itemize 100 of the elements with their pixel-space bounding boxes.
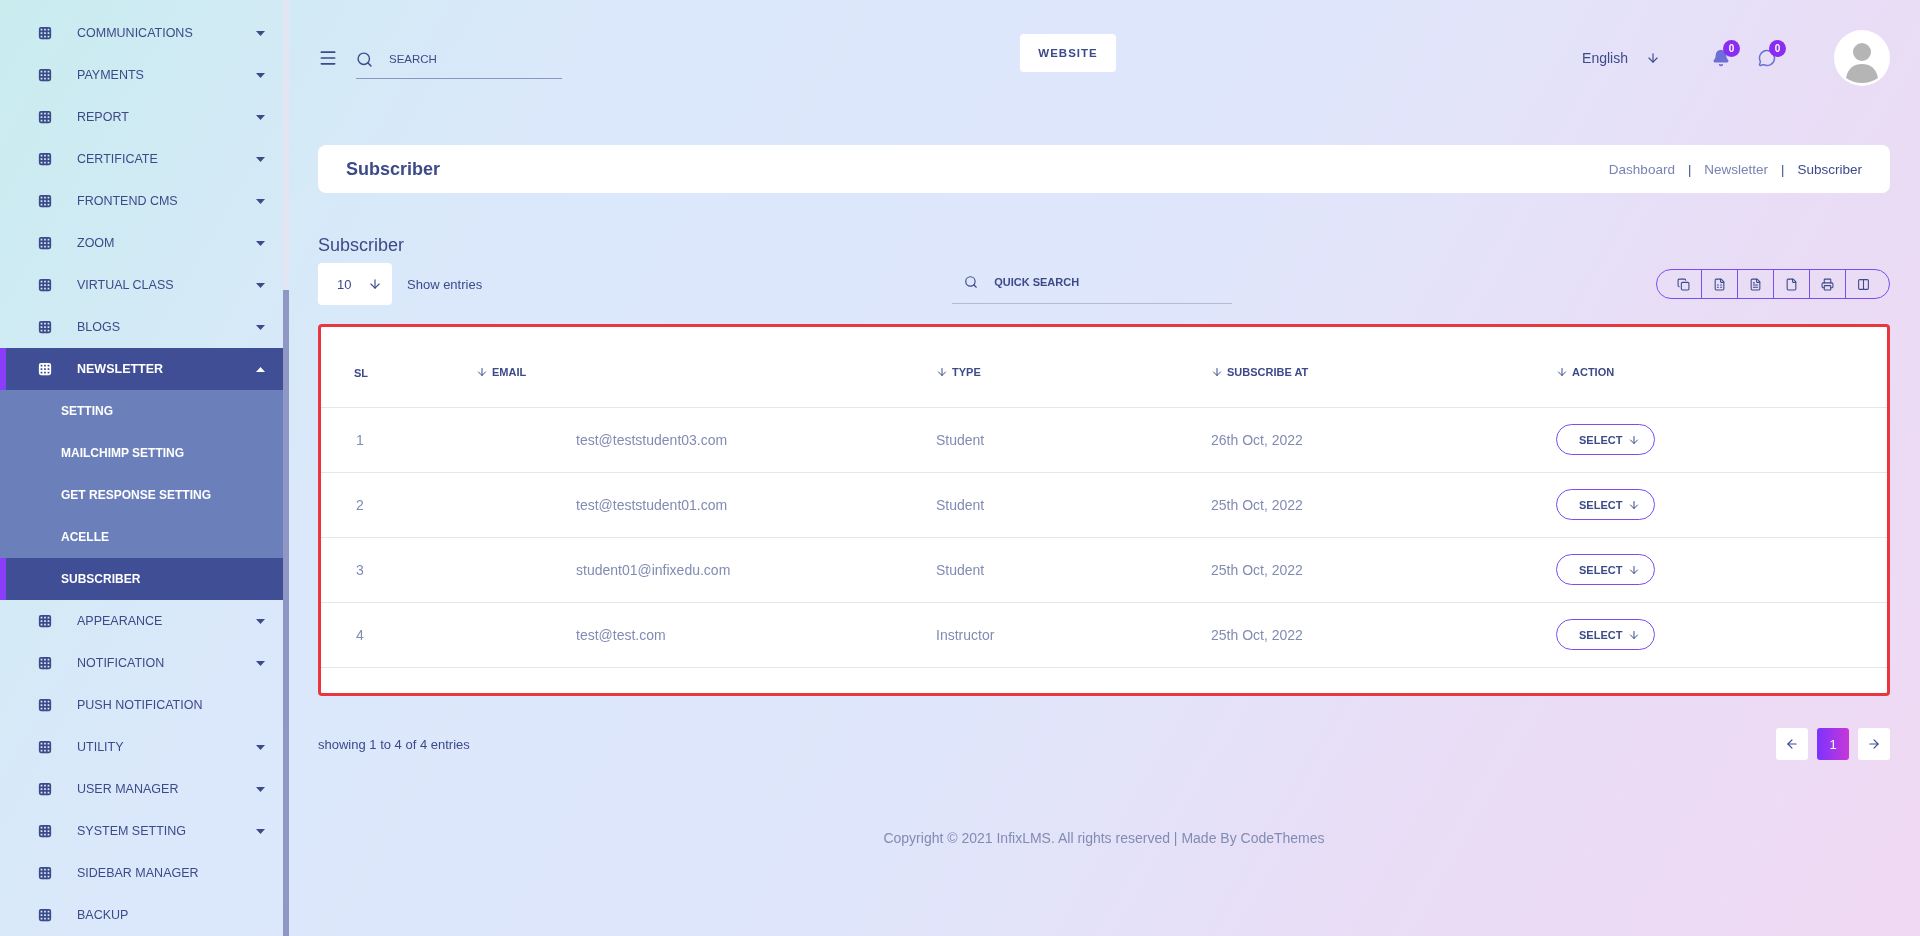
breadcrumb-separator: | — [1781, 161, 1785, 177]
grid-icon — [38, 908, 52, 922]
grid-icon — [38, 866, 52, 880]
print-icon — [1821, 277, 1834, 291]
notification-count: 0 — [1723, 39, 1740, 57]
grid-icon — [38, 656, 52, 670]
page-title: Subscriber — [346, 158, 442, 180]
search-field[interactable]: SEARCH — [387, 52, 527, 66]
avatar-icon[interactable] — [1834, 29, 1890, 86]
table-cell: 2 — [321, 472, 446, 537]
select-button[interactable]: SELECT — [1556, 554, 1656, 585]
sidebar-item[interactable]: NEWSLETTER — [0, 348, 283, 390]
sidebar-item[interactable]: NOTIFICATION — [0, 642, 283, 684]
grid-icon — [38, 362, 52, 376]
sidebar-item[interactable]: BLOGS — [0, 306, 283, 348]
sidebar-item[interactable]: APPEARANCE — [0, 600, 283, 642]
sort-icon — [936, 365, 948, 378]
sidebar-item[interactable]: PUSH NOTIFICATION — [0, 684, 283, 726]
message-count: 0 — [1769, 39, 1786, 57]
select-button[interactable]: SELECT — [1556, 424, 1656, 455]
sidebar-item[interactable]: VIRTUAL CLASS — [0, 264, 283, 306]
breadcrumb-link[interactable]: Subscriber — [1797, 161, 1862, 177]
column-header[interactable]: SL — [321, 339, 446, 407]
sidebar-subitem[interactable]: GET RESPONSE SETTING — [0, 474, 283, 516]
grid-icon — [38, 110, 52, 124]
table-cell: 26th Oct, 2022 — [1211, 407, 1556, 472]
table-cell: Student — [936, 407, 1211, 472]
messages-button[interactable] — [1758, 48, 1776, 67]
grid-icon — [38, 320, 52, 334]
quick-search-field[interactable]: QUICK SEARCH — [992, 274, 1133, 289]
column-header[interactable]: TYPE — [936, 339, 1211, 407]
table-cell: test@teststudent01.com — [446, 472, 936, 537]
search-icon — [964, 274, 979, 289]
scrollbar-thumb[interactable] — [283, 290, 289, 936]
sidebar-item[interactable]: REPORT — [0, 96, 283, 138]
select-button[interactable]: SELECT — [1556, 489, 1656, 520]
language-select[interactable]: English — [1576, 48, 1666, 67]
table-cell: Student — [936, 472, 1211, 537]
grid-icon — [38, 278, 52, 292]
page-button[interactable]: 1 — [1817, 728, 1849, 760]
caret-icon — [256, 114, 265, 120]
table-cell: test@test.com — [446, 602, 936, 667]
arrow-down-icon — [1628, 628, 1641, 641]
sidebar-item[interactable]: SYSTEM SETTING — [0, 810, 283, 852]
grid-icon — [38, 194, 52, 208]
page-size-select[interactable]: 10 — [318, 263, 392, 305]
caret-icon — [256, 828, 265, 834]
arrow-down-icon — [1628, 498, 1641, 511]
grid-icon — [38, 614, 52, 628]
grid-icon — [38, 152, 52, 166]
arrow-down-icon — [1628, 433, 1641, 446]
table-cell: 25th Oct, 2022 — [1211, 537, 1556, 602]
select-button[interactable]: SELECT — [1556, 619, 1656, 650]
search-icon — [356, 50, 373, 68]
caret-icon — [256, 660, 265, 666]
table-cell: Instructor — [936, 602, 1211, 667]
copy-icon — [1676, 277, 1690, 291]
grid-icon — [38, 236, 52, 250]
grid-icon — [38, 698, 52, 712]
table-cell: student01@infixedu.com — [446, 537, 936, 602]
table-cell: 25th Oct, 2022 — [1211, 472, 1556, 537]
csv-icon — [1749, 277, 1762, 291]
sidebar-item[interactable]: BACKUP — [0, 894, 283, 936]
breadcrumb-link[interactable]: Dashboard — [1608, 161, 1675, 177]
sidebar-subitem[interactable]: SETTING — [0, 390, 283, 432]
caret-icon — [256, 156, 265, 162]
column-header[interactable]: ACTION — [1556, 339, 1887, 407]
caret-icon — [256, 366, 265, 372]
sidebar-item[interactable]: PAYMENTS — [0, 54, 283, 96]
sidebar-item[interactable]: FRONTEND CMS — [0, 180, 283, 222]
column-header[interactable]: EMAIL — [446, 339, 936, 407]
website-button[interactable]: WEBSITE — [1020, 34, 1116, 72]
columns-icon — [1857, 277, 1870, 291]
table-cell: test@teststudent03.com — [446, 407, 936, 472]
sort-icon — [1556, 365, 1568, 378]
notifications-button[interactable] — [1712, 48, 1730, 67]
sidebar-item[interactable]: UTILITY — [0, 726, 283, 768]
sidebar-item[interactable]: COMMUNICATIONS — [0, 12, 283, 54]
grid-icon — [38, 740, 52, 754]
next-page-button[interactable] — [1858, 728, 1890, 760]
sort-icon — [1211, 365, 1223, 378]
sidebar-item[interactable]: CERTIFICATE — [0, 138, 283, 180]
sidebar-item[interactable]: ZOOM — [0, 222, 283, 264]
caret-icon — [256, 786, 265, 792]
section-title: Subscriber — [318, 235, 406, 256]
breadcrumb-link[interactable]: Newsletter — [1704, 161, 1769, 177]
sidebar-subitem[interactable]: SUBSCRIBER — [0, 558, 283, 600]
sidebar-subitem[interactable]: MAILCHIMP SETTING — [0, 432, 283, 474]
sidebar-subitem[interactable]: ACELLE — [0, 516, 283, 558]
caret-icon — [256, 282, 265, 288]
sidebar-item[interactable]: USER MANAGER — [0, 768, 283, 810]
caret-icon — [256, 324, 265, 330]
excel-icon — [1713, 277, 1726, 291]
previous-page-button[interactable] — [1776, 728, 1808, 760]
caret-icon — [256, 240, 265, 246]
show-entries-label: Show entries — [407, 276, 483, 292]
caret-icon — [256, 744, 265, 750]
column-header[interactable]: SUBSCRIBE AT — [1211, 339, 1556, 407]
table-cell: 3 — [321, 537, 446, 602]
sidebar-item[interactable]: SIDEBAR MANAGER — [0, 852, 283, 894]
